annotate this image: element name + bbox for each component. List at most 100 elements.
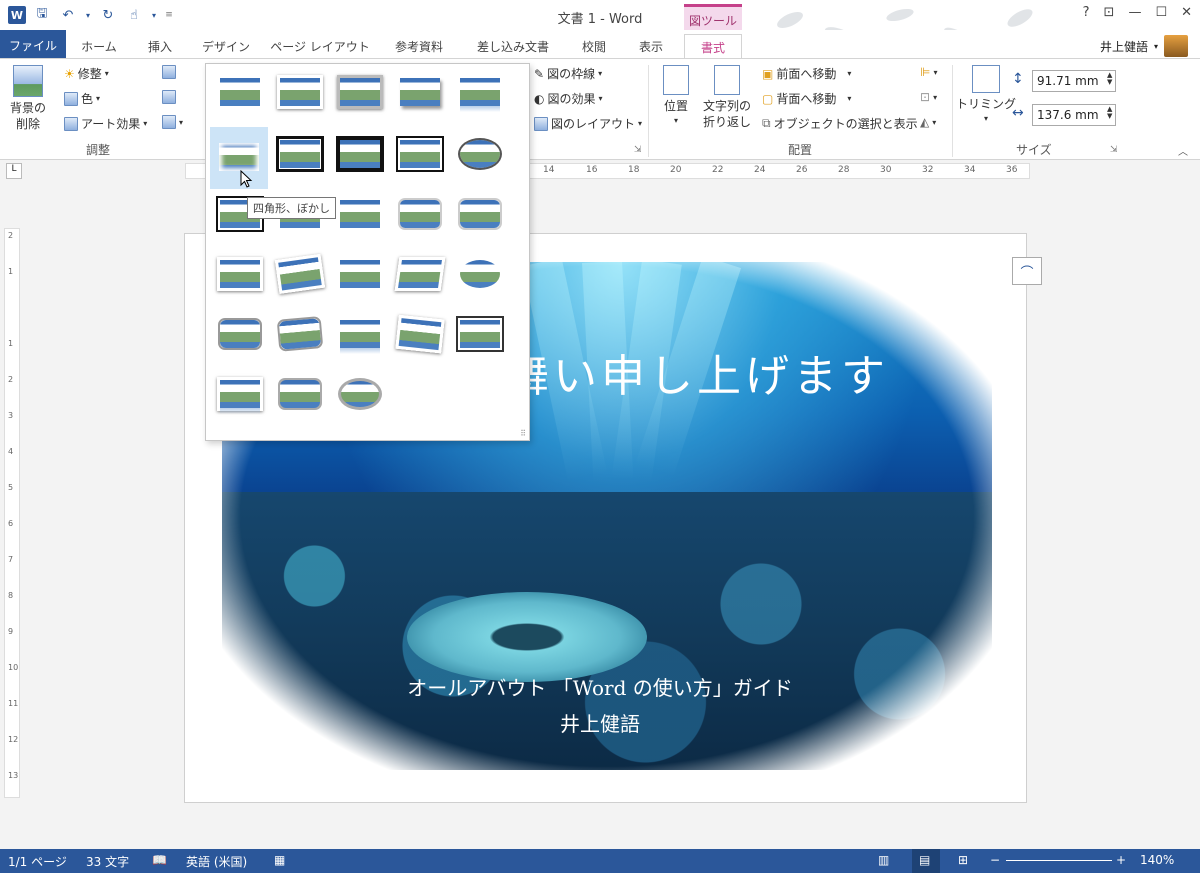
document-heading[interactable]: 舞い申し上げます (505, 340, 889, 404)
group-divider (952, 65, 953, 157)
style-reflected-bevel-white[interactable] (216, 374, 263, 414)
zoom-slider-thumb[interactable] (1059, 5, 1064, 17)
picture-styles-launcher-icon[interactable]: ⇲ (634, 145, 642, 155)
ruler-number: 32 (922, 165, 934, 175)
tab-references[interactable]: 参考資料 (384, 34, 454, 58)
chevron-down-icon: ▾ (598, 69, 603, 78)
group-icon: ⊡ (920, 90, 931, 104)
corrections-button[interactable]: ☀ 修整 ▾ (64, 65, 109, 82)
style-bevel-perspective[interactable] (274, 312, 324, 356)
page-count[interactable]: 1/1 ページ (8, 853, 67, 870)
send-backward-button[interactable]: ▢ 背面へ移動 ▾ (762, 90, 851, 107)
compress-pictures-button[interactable] (162, 65, 176, 79)
status-bar: 1/1 ページ 33 文字 📖 英語 (米国) ▦ ▥ ⊞ − + 140% (0, 849, 1200, 873)
change-picture-button[interactable] (162, 90, 176, 104)
picture-border-button[interactable]: ✎ 図の枠線 ▾ (534, 65, 602, 82)
selection-pane-button[interactable]: ⧉ オブジェクトの選択と表示 (762, 115, 918, 132)
align-button[interactable]: ⊫ ▾ (920, 65, 937, 79)
macro-record-icon[interactable]: ▦ (274, 853, 285, 867)
tab-insert[interactable]: 挿入 (138, 34, 182, 58)
zoom-level[interactable]: 140% (1140, 853, 1174, 867)
height-spinner[interactable]: ▲ ▼ (1107, 72, 1112, 86)
picture-effects-button[interactable]: ◐ 図の効果 ▾ (534, 90, 603, 107)
position-button[interactable]: 位置 ▾ (660, 65, 692, 125)
style-bevel-rectangle[interactable] (216, 314, 262, 354)
style-snip-diagonal[interactable] (336, 194, 382, 234)
read-mode-icon[interactable]: ▥ (878, 853, 889, 867)
style-drop-shadow-rectangle[interactable] (396, 72, 442, 112)
reset-picture-button[interactable]: ▾ (162, 115, 183, 129)
width-icon: ↔ (1012, 105, 1024, 121)
style-soft-edge-oval[interactable] (456, 254, 502, 294)
style-reflected-rectangle[interactable] (456, 72, 502, 112)
artistic-effects-button[interactable]: アート効果 ▾ (64, 115, 147, 132)
document-author[interactable]: 井上健語 (0, 708, 1200, 737)
tab-selector-button[interactable]: L (6, 163, 22, 179)
style-double-frame-black[interactable] (276, 134, 324, 174)
rotate-button[interactable]: ◭ ▾ (920, 115, 936, 129)
bring-forward-button[interactable]: ▣ 前面へ移動 ▾ (762, 65, 851, 82)
style-metal-frame[interactable] (336, 72, 383, 112)
minimize-icon[interactable]: — (1128, 5, 1141, 20)
width-input[interactable]: 137.6 mm (1032, 104, 1116, 126)
style-reflected-perspective-right[interactable] (336, 314, 382, 354)
zoom-in-button[interactable]: + (1116, 853, 1126, 867)
collapse-ribbon-icon[interactable]: ︿ (1178, 143, 1188, 158)
tab-view[interactable]: 表示 (628, 34, 674, 58)
position-label: 位置 (663, 99, 688, 113)
crop-button[interactable]: トリミング ▾ (956, 65, 1016, 123)
style-soft-edge-rectangle[interactable] (210, 127, 268, 189)
wrap-text-button[interactable]: 文字列の 折り返し (700, 65, 754, 130)
chevron-down-icon: ▾ (847, 69, 852, 78)
style-metal-rounded-rectangle[interactable] (276, 374, 322, 414)
horizontal-ruler: 14 16 18 20 22 24 26 28 30 32 34 36 (0, 160, 1200, 182)
proofing-icon[interactable]: 📖 (152, 853, 167, 867)
zoom-slider-track[interactable] (1006, 860, 1112, 861)
tab-format[interactable]: 書式 (684, 34, 742, 58)
zoom-out-button[interactable]: − (990, 853, 1000, 867)
width-spinner[interactable]: ▲ ▼ (1107, 106, 1112, 120)
style-simple-frame-white[interactable] (216, 72, 262, 112)
account[interactable]: 井上健語 ▾ (1100, 35, 1188, 57)
layout-options-button[interactable]: ⌒ (1012, 257, 1042, 285)
tab-file[interactable]: ファイル (0, 30, 66, 58)
size-launcher-icon[interactable]: ⇲ (1110, 145, 1118, 155)
style-relaxed-perspective[interactable] (393, 254, 446, 294)
style-reflected-bevel-black[interactable] (456, 314, 504, 354)
style-rounded-diagonal[interactable] (456, 194, 502, 234)
help-icon[interactable]: ? (1083, 5, 1090, 20)
close-icon[interactable]: ✕ (1181, 5, 1192, 20)
tab-mailings[interactable]: 差し込み文書 (468, 34, 558, 58)
style-metal-oval[interactable] (336, 374, 382, 414)
style-simple-frame-black[interactable] (396, 134, 444, 174)
language-indicator[interactable]: 英語 (米国) (186, 853, 247, 870)
arrange-group-label: 配置 (788, 143, 813, 157)
remove-background-button[interactable]: 背景の 削除 (6, 65, 50, 132)
resize-grip-icon[interactable]: ⠿ (520, 429, 526, 438)
word-count[interactable]: 33 文字 (86, 853, 129, 870)
style-simple-frame-white-2[interactable] (216, 254, 263, 294)
picture-layout-button[interactable]: 図のレイアウト ▾ (534, 115, 642, 132)
tab-review[interactable]: 校閲 (572, 34, 616, 58)
style-bevel-perspective-left[interactable] (394, 312, 445, 357)
style-beveled-matte-white[interactable] (276, 72, 323, 112)
height-input[interactable]: 91.71 mm (1032, 70, 1116, 92)
style-bevel-oval-black[interactable] (456, 134, 502, 174)
tab-design[interactable]: デザイン (196, 34, 256, 58)
chevron-down-icon: ▾ (96, 94, 101, 103)
group-objects-button[interactable]: ⊡ ▾ (920, 90, 937, 104)
tab-page-layout[interactable]: ページ レイアウト (270, 34, 370, 58)
style-perspective-shadow[interactable] (336, 254, 382, 294)
ribbon-display-options-icon[interactable]: ⊡ (1104, 5, 1115, 20)
tab-home[interactable]: ホーム (78, 34, 120, 58)
change-picture-icon (162, 90, 176, 104)
style-rounded-rectangle[interactable] (396, 194, 442, 234)
web-layout-icon[interactable]: ⊞ (958, 853, 968, 867)
color-button[interactable]: 色 ▾ (64, 90, 100, 107)
pencil-icon: ✎ (534, 66, 545, 81)
maximize-icon[interactable]: ☐ (1155, 5, 1167, 20)
style-thick-matte-black[interactable] (336, 134, 384, 174)
document-subtitle[interactable]: オールアバウト 「Word の使い方」ガイド (0, 672, 1200, 701)
style-rotated-white[interactable] (273, 251, 326, 297)
print-layout-button[interactable]: ▤ (912, 849, 940, 873)
